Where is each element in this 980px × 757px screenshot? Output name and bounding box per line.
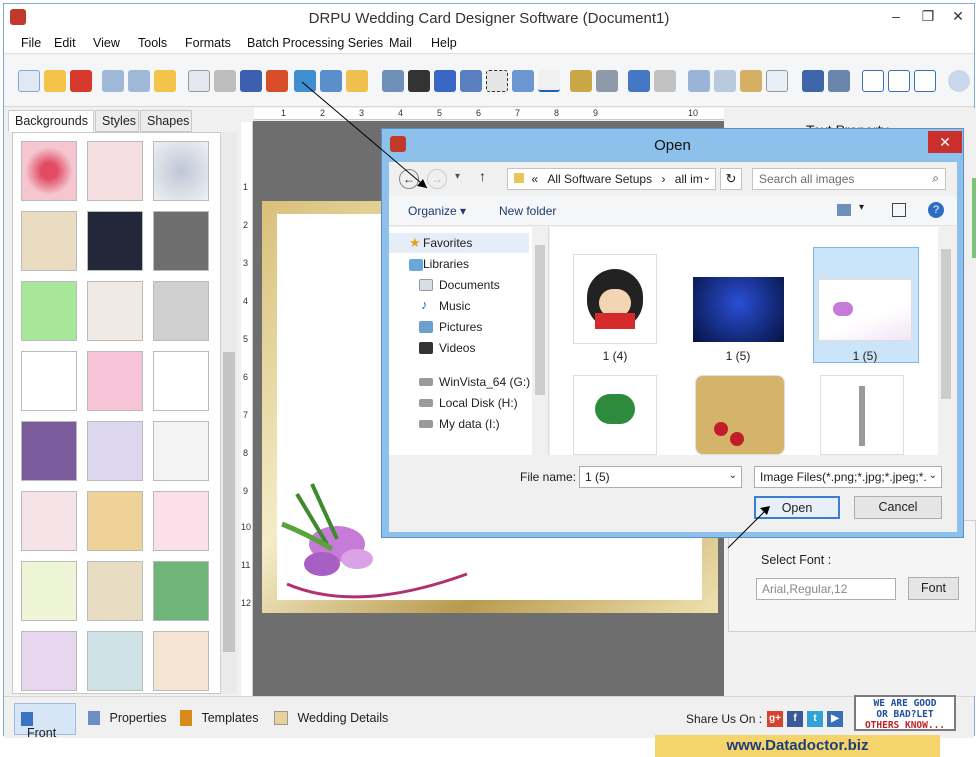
annotation-arrows: [301, 81, 770, 549]
arrow-line: [301, 81, 428, 189]
arrow-head: [760, 506, 770, 515]
arrow-line: [727, 507, 769, 549]
